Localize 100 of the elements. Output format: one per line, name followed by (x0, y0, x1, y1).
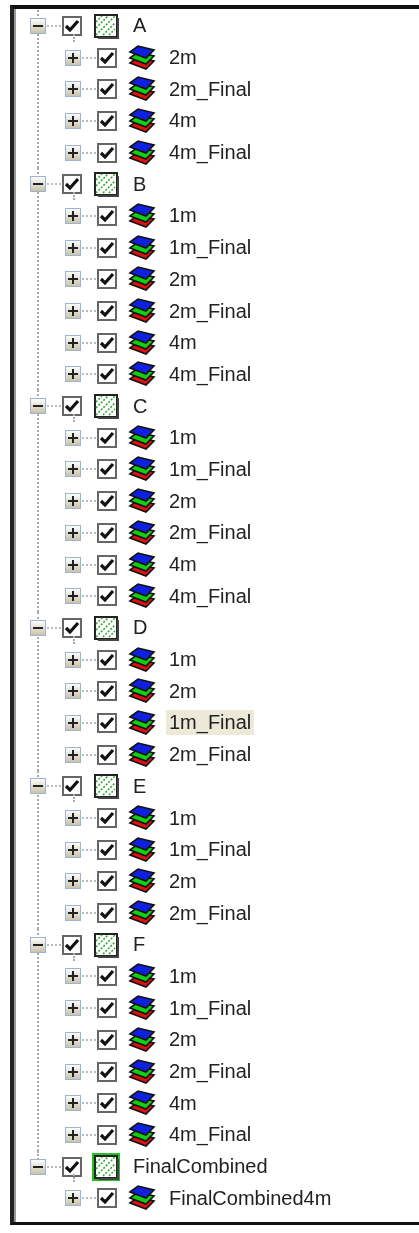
group-label[interactable]: E (130, 773, 150, 799)
expand-button[interactable] (65, 841, 81, 858)
group-label[interactable]: C (130, 393, 151, 419)
layer-label[interactable]: 4m (166, 108, 200, 134)
layer-label[interactable]: 4m_Final (166, 361, 255, 387)
layer-label[interactable]: 1m (166, 963, 200, 989)
expand-button[interactable] (65, 1000, 81, 1017)
expand-button[interactable] (65, 810, 81, 827)
checkbox[interactable] (97, 1093, 117, 1114)
layer-label[interactable]: 4m (166, 330, 200, 356)
expand-button[interactable] (65, 429, 81, 446)
collapse-button[interactable] (30, 619, 46, 636)
checkbox[interactable] (97, 903, 117, 924)
checkbox[interactable] (97, 681, 117, 702)
group-label[interactable]: D (130, 615, 151, 641)
layer-label[interactable]: 2m_Final (166, 742, 255, 768)
checkbox[interactable] (97, 966, 117, 987)
expand-button[interactable] (65, 1190, 81, 1207)
layer-label[interactable]: 2m_Final (166, 76, 255, 102)
expand-button[interactable] (65, 714, 81, 731)
checkbox[interactable] (62, 15, 82, 36)
checkbox[interactable] (97, 269, 117, 290)
expand-button[interactable] (65, 588, 81, 605)
checkbox[interactable] (97, 998, 117, 1019)
checkbox[interactable] (62, 174, 82, 195)
layer-label[interactable]: 2m_Final (166, 520, 255, 546)
checkbox[interactable] (97, 871, 117, 892)
expand-button[interactable] (65, 683, 81, 700)
checkbox[interactable] (97, 839, 117, 860)
checkbox[interactable] (97, 1188, 117, 1209)
checkbox[interactable] (97, 808, 117, 829)
checkbox[interactable] (62, 934, 82, 955)
layer-label[interactable]: 1m (166, 425, 200, 451)
checkbox[interactable] (97, 491, 117, 512)
expand-button[interactable] (65, 968, 81, 985)
layer-label[interactable]: 1m (166, 805, 200, 831)
layer-label[interactable]: 1m_Final (166, 837, 255, 863)
expand-button[interactable] (65, 1095, 81, 1112)
expand-button[interactable] (65, 1126, 81, 1143)
layer-label[interactable]: 1m_Final (166, 710, 255, 736)
expand-button[interactable] (65, 524, 81, 541)
expand-button[interactable] (65, 651, 81, 668)
checkbox[interactable] (97, 459, 117, 480)
layer-label[interactable]: 2m_Final (166, 900, 255, 926)
layer-label[interactable]: FinalCombined4m (166, 1185, 335, 1211)
checkbox[interactable] (62, 396, 82, 417)
checkbox[interactable] (97, 110, 117, 131)
checkbox[interactable] (62, 776, 82, 797)
expand-button[interactable] (65, 746, 81, 763)
group-label[interactable]: A (130, 13, 150, 39)
layer-label[interactable]: 1m_Final (166, 456, 255, 482)
expand-button[interactable] (65, 239, 81, 256)
checkbox[interactable] (97, 586, 117, 607)
collapse-button[interactable] (30, 176, 46, 193)
collapse-button[interactable] (30, 936, 46, 953)
checkbox[interactable] (97, 712, 117, 733)
checkbox[interactable] (97, 522, 117, 543)
checkbox[interactable] (97, 1061, 117, 1082)
expand-button[interactable] (65, 271, 81, 288)
collapse-button[interactable] (30, 1158, 46, 1175)
layer-label[interactable]: 2m (166, 488, 200, 514)
expand-button[interactable] (65, 81, 81, 98)
expand-button[interactable] (65, 873, 81, 890)
layer-label[interactable]: 2m (166, 1027, 200, 1053)
group-label[interactable]: B (130, 171, 150, 197)
group-label[interactable]: FinalCombined (130, 1154, 271, 1180)
layer-label[interactable]: 1m_Final (166, 235, 255, 261)
expand-button[interactable] (65, 1063, 81, 1080)
layer-label[interactable]: 4m (166, 1090, 200, 1116)
group-label[interactable]: F (130, 932, 149, 958)
checkbox[interactable] (62, 617, 82, 638)
expand-button[interactable] (65, 49, 81, 66)
expand-button[interactable] (65, 461, 81, 478)
expand-button[interactable] (65, 556, 81, 573)
expand-button[interactable] (65, 144, 81, 161)
layer-label[interactable]: 2m_Final (166, 298, 255, 324)
checkbox[interactable] (97, 47, 117, 68)
expand-button[interactable] (65, 1031, 81, 1048)
layer-label[interactable]: 2m (166, 266, 200, 292)
checkbox[interactable] (97, 332, 117, 353)
expand-button[interactable] (65, 366, 81, 383)
checkbox[interactable] (97, 1029, 117, 1050)
checkbox[interactable] (97, 364, 117, 385)
checkbox[interactable] (97, 744, 117, 765)
collapse-button[interactable] (30, 17, 46, 34)
layer-label[interactable]: 2m (166, 868, 200, 894)
expand-button[interactable] (65, 112, 81, 129)
layer-label[interactable]: 1m_Final (166, 995, 255, 1021)
checkbox[interactable] (97, 79, 117, 100)
layer-label[interactable]: 4m (166, 552, 200, 578)
expand-button[interactable] (65, 493, 81, 510)
layer-label[interactable]: 1m (166, 203, 200, 229)
layer-label[interactable]: 2m (166, 678, 200, 704)
expand-button[interactable] (65, 905, 81, 922)
checkbox[interactable] (97, 301, 117, 322)
expand-button[interactable] (65, 334, 81, 351)
layer-label[interactable]: 4m_Final (166, 140, 255, 166)
checkbox[interactable] (97, 142, 117, 163)
layer-label[interactable]: 2m (166, 45, 200, 71)
expand-button[interactable] (65, 303, 81, 320)
